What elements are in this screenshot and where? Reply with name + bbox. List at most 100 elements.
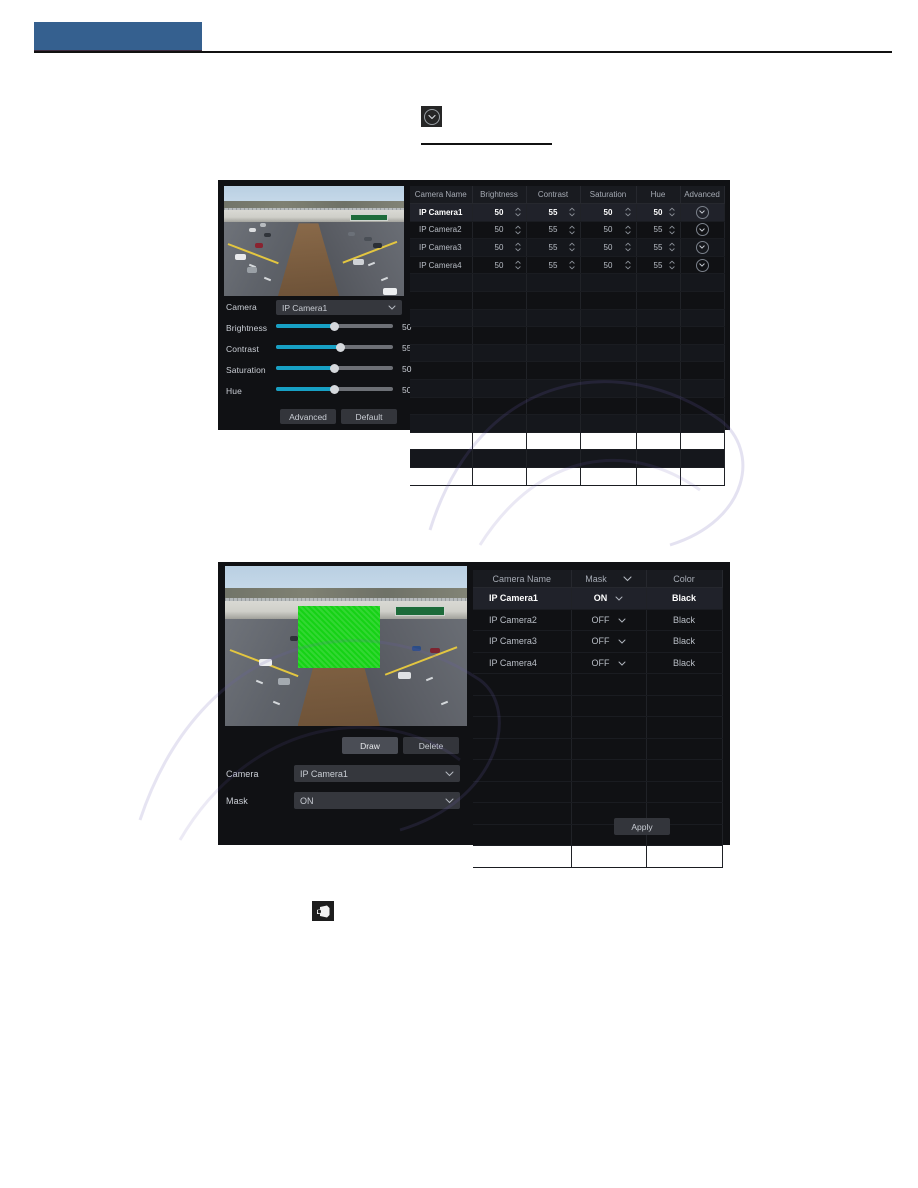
- apply-button[interactable]: Apply: [614, 818, 670, 835]
- table-row-empty: [410, 449, 725, 468]
- saturation-slider[interactable]: [276, 361, 393, 375]
- table-row-empty: [410, 414, 725, 433]
- th-color: Color: [646, 570, 723, 588]
- cell-hue[interactable]: 55: [636, 238, 681, 257]
- cell-saturation[interactable]: 50: [580, 238, 637, 257]
- cell-mask[interactable]: OFF: [571, 652, 647, 674]
- table-row-empty: [473, 738, 723, 760]
- cell-contrast[interactable]: 55: [526, 238, 581, 257]
- advanced-button[interactable]: Advanced: [280, 409, 336, 424]
- camera-icon: [317, 905, 330, 917]
- chevron-down-icon[interactable]: [615, 593, 623, 603]
- spinner-icon[interactable]: [624, 207, 631, 217]
- cell-advanced[interactable]: [680, 238, 725, 257]
- table-row-empty: [473, 759, 723, 782]
- contrast-slider[interactable]: [276, 340, 393, 354]
- default-button[interactable]: Default: [341, 409, 397, 424]
- table-row[interactable]: IP Camera2 50 55 50 55: [410, 221, 725, 240]
- chevron-down-icon[interactable]: [618, 636, 626, 646]
- camera-select-label: Camera: [226, 302, 257, 312]
- chevron-down-circle-icon: [423, 108, 440, 125]
- camera-select-value: IP Camera1: [282, 302, 328, 313]
- spinner-icon[interactable]: [624, 243, 631, 252]
- cell-contrast[interactable]: 55: [526, 221, 581, 240]
- camera-select[interactable]: IP Camera1: [276, 300, 402, 315]
- spinner-icon[interactable]: [668, 225, 675, 235]
- cell-brightness[interactable]: 50: [472, 256, 527, 275]
- table-row[interactable]: IP Camera3 OFF Black: [473, 630, 723, 653]
- cell-advanced[interactable]: [680, 256, 725, 275]
- privacy-mask-region[interactable]: [297, 606, 380, 669]
- spinner-icon[interactable]: [568, 225, 575, 235]
- cell-color[interactable]: Black: [646, 587, 723, 610]
- cell-hue[interactable]: 55: [636, 221, 681, 240]
- th-camera-name: Camera Name: [473, 570, 572, 588]
- table-row[interactable]: IP Camera4 OFF Black: [473, 652, 723, 674]
- privacy-mask-panel: Draw Delete Camera IP Camera1 Mask ON Ca…: [218, 562, 730, 868]
- spinner-icon[interactable]: [624, 225, 631, 235]
- cell-mask[interactable]: OFF: [571, 609, 647, 631]
- table-row[interactable]: IP Camera2 OFF Black: [473, 609, 723, 631]
- cell-contrast[interactable]: 55: [526, 256, 581, 275]
- chevron-down-icon[interactable]: [695, 223, 709, 237]
- cell-brightness[interactable]: 50: [472, 238, 527, 257]
- chevron-down-icon[interactable]: [618, 615, 626, 625]
- spinner-icon[interactable]: [514, 207, 521, 217]
- cell-saturation[interactable]: 50: [580, 221, 637, 240]
- th-mask[interactable]: Mask: [571, 570, 647, 588]
- spinner-icon[interactable]: [568, 260, 575, 270]
- cell-contrast[interactable]: 55: [526, 203, 581, 222]
- cell-mask[interactable]: ON: [571, 587, 647, 610]
- spinner-icon[interactable]: [668, 260, 675, 270]
- table-row[interactable]: IP Camera1 50 55 50 50: [410, 203, 725, 222]
- spinner-icon[interactable]: [514, 225, 521, 235]
- camera-preview-image[interactable]: [225, 566, 467, 726]
- spinner-icon[interactable]: [624, 260, 631, 270]
- cell-brightness[interactable]: 50: [472, 203, 527, 222]
- chevron-down-icon[interactable]: [618, 658, 626, 668]
- cell-advanced[interactable]: [680, 203, 725, 222]
- cell-hue[interactable]: 55: [636, 256, 681, 275]
- dropdown-icon-figure[interactable]: [421, 106, 442, 127]
- cell-color[interactable]: Black: [646, 609, 723, 631]
- cell-camera-name: IP Camera4: [410, 256, 473, 275]
- delete-button[interactable]: Delete: [403, 737, 459, 754]
- cell-mask[interactable]: OFF: [571, 630, 647, 653]
- camera-select[interactable]: IP Camera1: [294, 765, 460, 782]
- table-row[interactable]: IP Camera4 50 55 50 55: [410, 256, 725, 275]
- th-brightness: Brightness: [472, 186, 527, 204]
- cell-saturation[interactable]: 50: [580, 256, 637, 275]
- chevron-down-icon[interactable]: [695, 205, 709, 219]
- table-row-empty: [410, 467, 725, 486]
- chevron-down-icon[interactable]: [695, 258, 709, 272]
- image-adjust-table: Camera Name Brightness Contrast Saturati…: [410, 186, 725, 486]
- cell-color[interactable]: Black: [646, 652, 723, 674]
- hue-slider[interactable]: [276, 382, 393, 396]
- chevron-down-icon[interactable]: [623, 574, 632, 584]
- cell-color[interactable]: Black: [646, 630, 723, 653]
- spinner-icon[interactable]: [668, 207, 675, 217]
- draw-button[interactable]: Draw: [342, 737, 398, 754]
- spinner-icon[interactable]: [568, 207, 575, 217]
- contrast-label: Contrast: [226, 344, 259, 354]
- table-row-empty: [473, 802, 723, 825]
- cell-hue[interactable]: 50: [636, 203, 681, 222]
- cell-saturation[interactable]: 50: [580, 203, 637, 222]
- brightness-slider[interactable]: [276, 319, 393, 333]
- table-row[interactable]: IP Camera1 ON Black: [473, 587, 723, 610]
- spinner-icon[interactable]: [668, 243, 675, 252]
- cell-advanced[interactable]: [680, 221, 725, 240]
- table-row[interactable]: IP Camera3 50 55 50 55: [410, 238, 725, 257]
- spinner-icon[interactable]: [568, 243, 575, 252]
- table-row-empty: [473, 716, 723, 739]
- spinner-icon[interactable]: [514, 260, 521, 270]
- chevron-down-icon: [445, 798, 454, 804]
- cell-brightness[interactable]: 50: [472, 221, 527, 240]
- highway-sign: [394, 606, 446, 616]
- mask-select[interactable]: ON: [294, 792, 460, 809]
- chevron-down-icon[interactable]: [695, 240, 709, 254]
- mask-select-value: ON: [300, 795, 314, 806]
- camera-icon-figure[interactable]: [312, 901, 334, 921]
- table-row-empty: [410, 326, 725, 345]
- spinner-icon[interactable]: [514, 243, 521, 252]
